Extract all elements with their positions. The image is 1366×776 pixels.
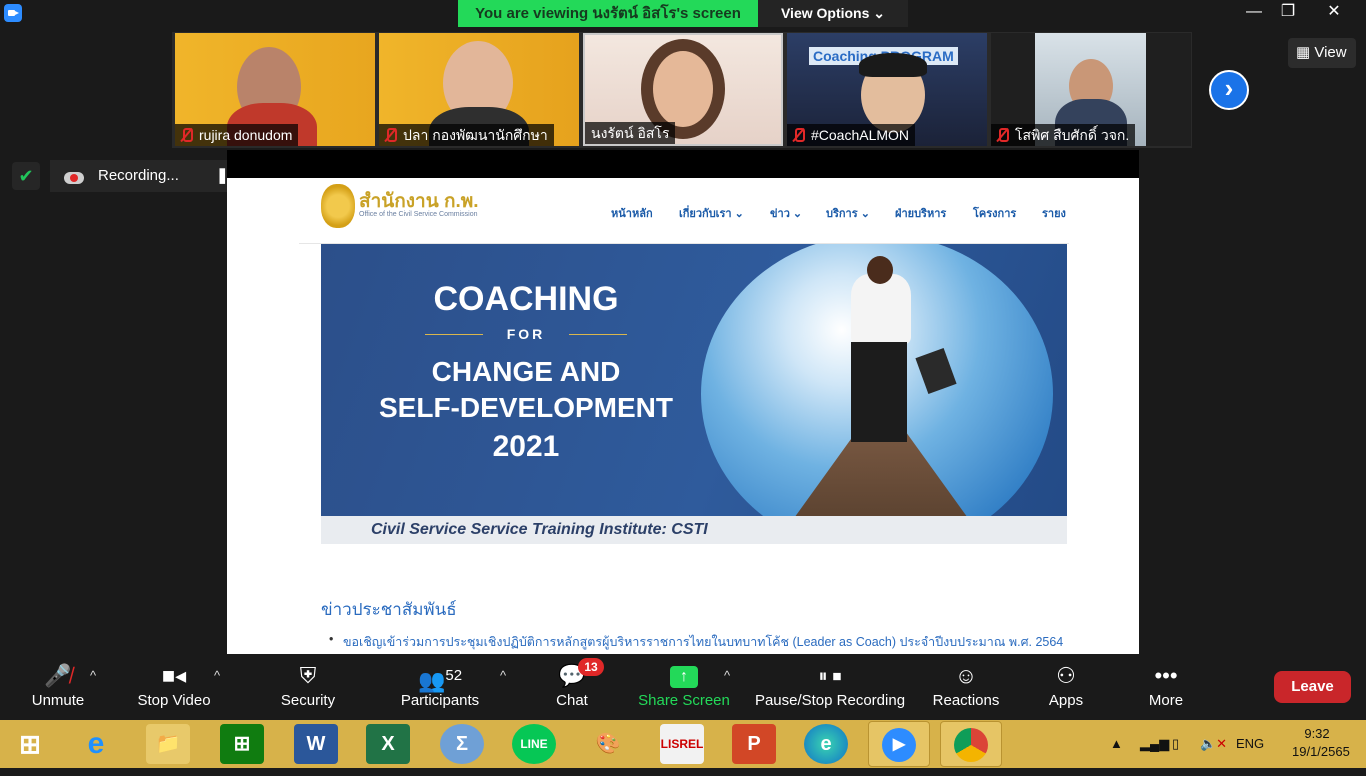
clock-time: 9:32 <box>1304 726 1330 741</box>
nav-about[interactable]: เกี่ยวกับเรา ⌄ <box>679 204 744 222</box>
zoom-app-icon <box>4 4 22 22</box>
nav-services[interactable]: บริการ ⌄ <box>826 204 870 222</box>
grid-icon: ▦ <box>1296 44 1311 61</box>
banner-title: COACHING <box>433 280 619 318</box>
video-tile[interactable]: ปลา กองพัฒนานักศึกษา <box>379 33 579 146</box>
paint-icon[interactable]: 🎨 <box>586 724 630 764</box>
shield-icon: ⛨ <box>299 663 317 688</box>
banner-footer: Civil Service Service Training Institute… <box>321 516 1067 544</box>
file-explorer-icon[interactable]: 📁 <box>146 724 190 764</box>
view-options-label: View Options <box>780 5 870 21</box>
next-page-button[interactable]: › <box>1209 70 1249 110</box>
edge-icon[interactable]: e <box>804 724 848 764</box>
video-tile-active-speaker[interactable]: นงรัตน์ อิสโร <box>583 33 783 146</box>
viewing-banner: You are viewing นงรัตน์ อิสโร's screen <box>458 0 758 27</box>
word-icon[interactable]: W <box>294 724 338 764</box>
mic-muted-icon <box>179 128 193 142</box>
battery-icon[interactable]: ▯ <box>1172 736 1179 752</box>
clock-date: 19/1/2565 <box>1292 744 1350 759</box>
apps-icon: ⚇ <box>1056 663 1076 688</box>
nav-management[interactable]: ฝ่ายบริหาร <box>895 204 946 222</box>
mic-muted-icon <box>383 128 397 142</box>
excel-icon[interactable]: X <box>366 724 410 764</box>
clock[interactable]: 9:32 19/1/2565 <box>1292 726 1350 759</box>
chevron-down-icon: ⌄ <box>873 5 886 21</box>
math-input-icon[interactable]: Σ <box>440 724 484 764</box>
banner-line: CHANGE AND <box>431 356 621 387</box>
nav-projects[interactable]: โครงการ <box>973 204 1016 222</box>
coaching-banner[interactable]: COACHING FOR CHANGE AND SELF-DEVELOPMENT… <box>321 244 1067 544</box>
website-header: สำนักงาน ก.พ. Office of the Civil Servic… <box>299 178 1069 244</box>
smiley-icon: ☺ <box>954 663 978 688</box>
recording-label: Recording... <box>98 167 179 184</box>
view-options-button[interactable]: View Options ⌄ <box>758 0 908 27</box>
banner-for: FOR <box>506 326 546 342</box>
banner-photo <box>701 244 1053 544</box>
mic-muted-icon <box>791 128 805 142</box>
video-tile[interactable]: โสพิศ สืบศักดิ์ วจก. <box>991 33 1191 146</box>
reactions-button[interactable]: ☺ Reactions <box>926 656 1006 718</box>
participants-button[interactable]: 👥52 Participants <box>392 656 488 718</box>
nav-reports[interactable]: รายง <box>1042 204 1066 222</box>
video-tile[interactable]: rujira donudom <box>175 33 375 146</box>
ellipsis-icon: ••• <box>1154 663 1178 688</box>
participant-name: โสพิศ สืบศักดิ์ วจก. <box>991 124 1136 146</box>
banner-line: SELF-DEVELOPMENT <box>378 392 673 423</box>
leave-button[interactable]: Leave <box>1274 671 1351 703</box>
mic-muted-icon: 🎤̸ <box>44 663 72 688</box>
lisrel-icon[interactable]: LISREL <box>660 724 704 764</box>
view-button[interactable]: ▦ View <box>1288 38 1356 68</box>
chat-unread-badge: 13 <box>578 658 604 676</box>
close-button[interactable]: ✕ <box>1314 0 1354 26</box>
zoom-taskbar-icon[interactable]: ▶ <box>868 721 930 767</box>
security-button[interactable]: ⛨ Security <box>268 656 348 718</box>
shared-screen: สำนักงาน ก.พ. Office of the Civil Servic… <box>227 150 1139 654</box>
network-icon[interactable]: ▂▄▆ <box>1140 736 1169 752</box>
video-camera-icon: ■◂ <box>161 663 187 688</box>
participants-options-caret[interactable]: ^ <box>500 668 506 683</box>
video-tile[interactable]: Coaching PROGRAM #CoachALMON <box>787 33 987 146</box>
participant-name: #CoachALMON <box>787 124 916 146</box>
line-app-icon[interactable]: LINE <box>512 724 556 764</box>
unmute-button[interactable]: 🎤̸ Unmute <box>20 656 96 718</box>
banner-year: 2021 <box>492 430 560 463</box>
pause-stop-recording-button[interactable]: ⏸ ⏹ Pause/Stop Recording <box>750 656 910 718</box>
chrome-icon[interactable] <box>940 721 1002 767</box>
nav-home[interactable]: หน้าหลัก <box>611 204 653 222</box>
stop-video-button[interactable]: ■◂ Stop Video <box>130 656 218 718</box>
maximize-button[interactable]: ❐ <box>1268 0 1308 26</box>
news-heading: ข่าวประชาสัมพันธ์ <box>321 600 457 619</box>
internet-explorer-icon[interactable]: e <box>74 724 118 764</box>
nav-news[interactable]: ข่าว ⌄ <box>770 204 802 222</box>
tray-expand-icon[interactable]: ▲ <box>1110 736 1123 751</box>
video-options-caret[interactable]: ^ <box>214 668 220 683</box>
participants-icon: 👥52 <box>417 667 463 693</box>
cloud-record-icon <box>64 168 84 184</box>
mic-muted-icon <box>995 128 1009 142</box>
powerpoint-icon[interactable]: P <box>732 724 776 764</box>
audio-options-caret[interactable]: ^ <box>90 668 96 683</box>
windows-start-icon[interactable]: ⊞ <box>8 724 52 764</box>
encryption-shield-icon[interactable]: ✔ <box>12 162 40 190</box>
share-arrow-icon: ↑ <box>634 656 734 690</box>
chevron-right-icon: › <box>1224 73 1234 103</box>
site-logo-subtitle: Office of the Civil Service Commission <box>359 211 478 218</box>
participant-name: นงรัตน์ อิสโร <box>585 122 676 144</box>
volume-muted-icon[interactable]: 🔈✕ <box>1200 736 1227 752</box>
news-link[interactable]: ขอเชิญเข้าร่วมการประชุมเชิงปฏิบัติการหลั… <box>329 632 1063 652</box>
more-button[interactable]: ••• More <box>1136 656 1196 718</box>
participant-name: rujira donudom <box>175 124 299 146</box>
participant-name: ปลา กองพัฒนานักศึกษา <box>379 124 554 146</box>
store-icon[interactable]: ⊞ <box>220 724 264 764</box>
ocsc-emblem-icon <box>321 184 355 228</box>
pause-stop-icon: ⏸ ⏹ <box>818 666 842 686</box>
apps-button[interactable]: ⚇ Apps <box>1036 656 1096 718</box>
share-screen-button[interactable]: ↑ Share Screen <box>634 656 734 718</box>
language-indicator[interactable]: ENG <box>1236 736 1264 751</box>
share-options-caret[interactable]: ^ <box>724 668 730 683</box>
